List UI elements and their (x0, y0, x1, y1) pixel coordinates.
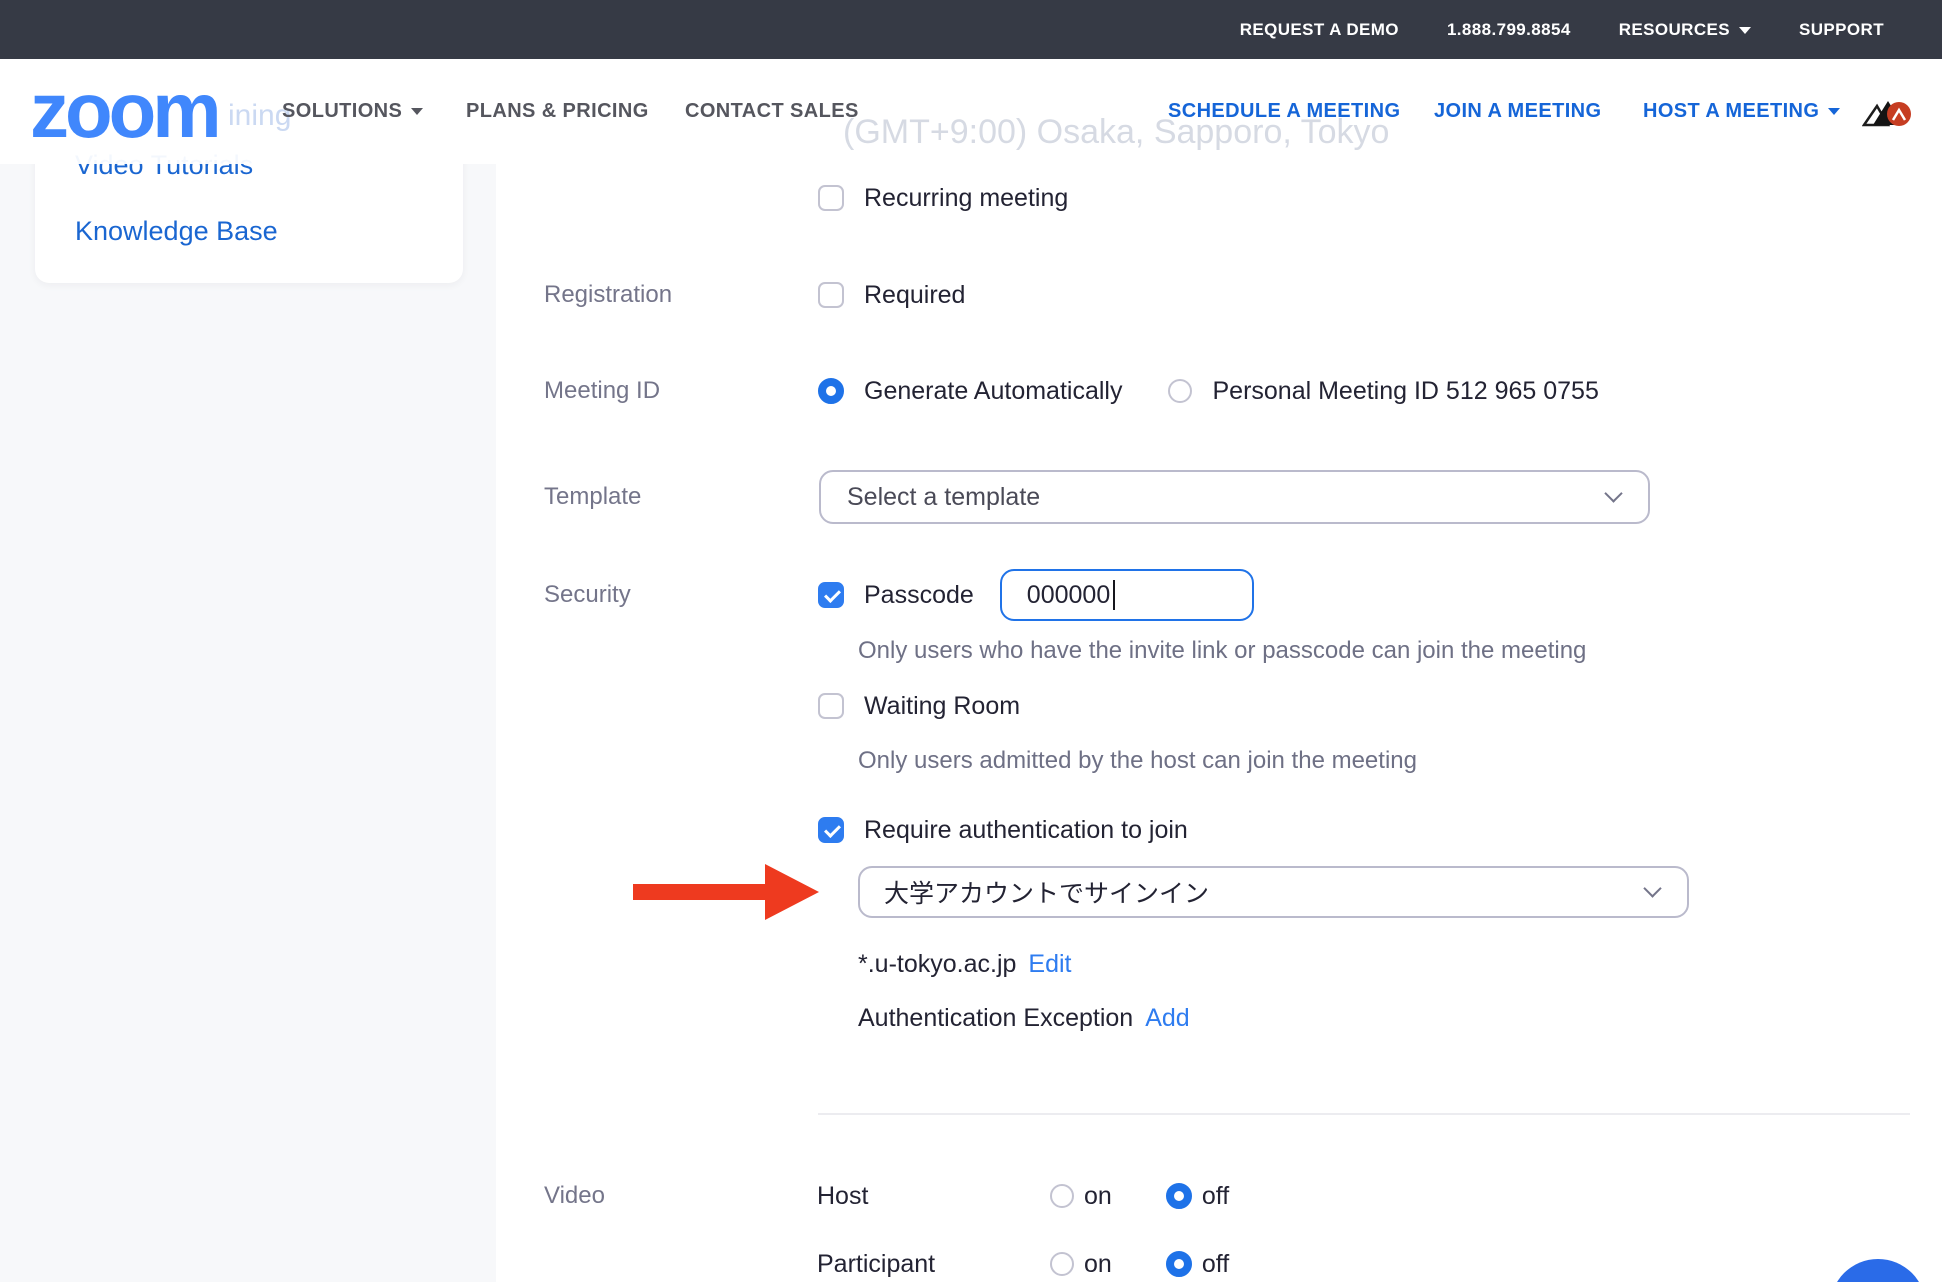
registration-required-checkbox[interactable] (818, 282, 844, 308)
host-label: Host (817, 1182, 1050, 1211)
text-cursor (1113, 580, 1115, 610)
participant-label: Participant (817, 1250, 1050, 1279)
passcode-label: Passcode (864, 581, 974, 610)
recurring-meeting-checkbox[interactable] (818, 185, 844, 211)
host-video-off-radio[interactable] (1166, 1183, 1192, 1209)
participant-video-on-label: on (1084, 1250, 1112, 1279)
caret-down-icon (411, 108, 423, 115)
waiting-room-help-text: Only users admitted by the host can join… (858, 746, 1417, 776)
utility-topbar: REQUEST A DEMO 1.888.799.8854 RESOURCES … (0, 0, 1942, 59)
template-select-value: Select a template (847, 483, 1040, 512)
main-navbar: zoom ining (GMT+9:00) Osaka, Sapporo, To… (0, 59, 1942, 164)
host-video-on-label: on (1084, 1182, 1112, 1211)
edit-domain-link[interactable]: Edit (1028, 950, 1071, 979)
require-auth-checkbox[interactable] (818, 817, 844, 843)
nav-plans-pricing[interactable]: PLANS & PRICING (466, 97, 649, 125)
registration-row: Required (818, 275, 965, 315)
zoom-schedule-meeting-page: Video Tutorials Knowledge Base Recurring… (0, 0, 1942, 1282)
annotation-arrow-head (765, 864, 819, 920)
registration-required-label: Required (864, 281, 965, 310)
passcode-row: Passcode 000000 (818, 569, 1254, 621)
request-a-demo-link[interactable]: REQUEST A DEMO (1240, 20, 1399, 40)
require-auth-label: Require authentication to join (864, 816, 1188, 845)
registration-label: Registration (544, 280, 672, 310)
template-select[interactable]: Select a template (819, 470, 1650, 524)
nav-contact-sales[interactable]: CONTACT SALES (685, 97, 859, 125)
recurring-meeting-label: Recurring meeting (864, 184, 1068, 213)
participant-video-on-radio[interactable] (1050, 1252, 1074, 1276)
zoom-logo[interactable]: zoom (30, 65, 218, 155)
video-host-row: Host on off (817, 1176, 1229, 1216)
passcode-value: 000000 (1027, 581, 1110, 610)
sidebar-link-knowledge-base[interactable]: Knowledge Base (75, 216, 278, 247)
nav-join-a-meeting[interactable]: JOIN A MEETING (1434, 97, 1601, 125)
auth-exception-row: Authentication Exception Add (858, 1002, 1190, 1034)
help-floating-button[interactable] (1830, 1259, 1926, 1282)
nav-schedule-a-meeting[interactable]: SCHEDULE A MEETING (1168, 97, 1400, 125)
support-link[interactable]: SUPPORT (1799, 20, 1884, 40)
nav-solutions[interactable]: SOLUTIONS (282, 97, 423, 125)
participant-video-off-radio[interactable] (1166, 1251, 1192, 1277)
participant-video-off-label: off (1202, 1250, 1229, 1279)
nav-host-a-meeting[interactable]: HOST A MEETING (1643, 97, 1840, 125)
security-label: Security (544, 580, 631, 610)
auth-exception-label: Authentication Exception (858, 1004, 1133, 1033)
recurring-meeting-row: Recurring meeting (818, 178, 1068, 218)
video-participant-row: Participant on off (817, 1244, 1229, 1282)
require-auth-row: Require authentication to join (818, 810, 1188, 850)
add-exception-link[interactable]: Add (1145, 1004, 1189, 1033)
phone-number[interactable]: 1.888.799.8854 (1447, 20, 1571, 40)
chevron-down-icon (1643, 879, 1661, 897)
personal-meeting-id-radio[interactable] (1168, 379, 1192, 403)
passcode-input[interactable]: 000000 (1000, 569, 1254, 621)
annotation-arrow (633, 884, 765, 900)
template-label: Template (544, 482, 641, 512)
waiting-room-label: Waiting Room (864, 692, 1020, 721)
generate-automatically-radio[interactable] (818, 378, 844, 404)
user-avatar[interactable] (1862, 95, 1912, 128)
auth-method-select[interactable]: 大学アカウントでサインイン (858, 866, 1689, 918)
waiting-room-checkbox[interactable] (818, 693, 844, 719)
auth-method-value: 大学アカウントでサインイン (884, 874, 1209, 910)
passcode-checkbox[interactable] (818, 582, 844, 608)
auth-domain-value: *.u-tokyo.ac.jp (858, 950, 1016, 979)
video-label: Video (544, 1181, 605, 1211)
waiting-room-row: Waiting Room (818, 686, 1020, 726)
resources-menu[interactable]: RESOURCES (1619, 20, 1751, 40)
personal-meeting-id-label: Personal Meeting ID 512 965 0755 (1212, 377, 1598, 406)
section-divider (818, 1113, 1910, 1115)
host-video-off-label: off (1202, 1182, 1229, 1211)
caret-down-icon (1828, 108, 1840, 115)
passcode-help-text: Only users who have the invite link or p… (858, 636, 1586, 666)
chevron-down-icon (1604, 484, 1622, 502)
generate-automatically-label: Generate Automatically (864, 377, 1122, 406)
caret-down-icon (1739, 27, 1751, 34)
meeting-id-row: Generate Automatically Personal Meeting … (818, 371, 1599, 411)
meeting-id-label: Meeting ID (544, 376, 660, 406)
auth-domain-row: *.u-tokyo.ac.jp Edit (858, 948, 1072, 980)
host-video-on-radio[interactable] (1050, 1184, 1074, 1208)
